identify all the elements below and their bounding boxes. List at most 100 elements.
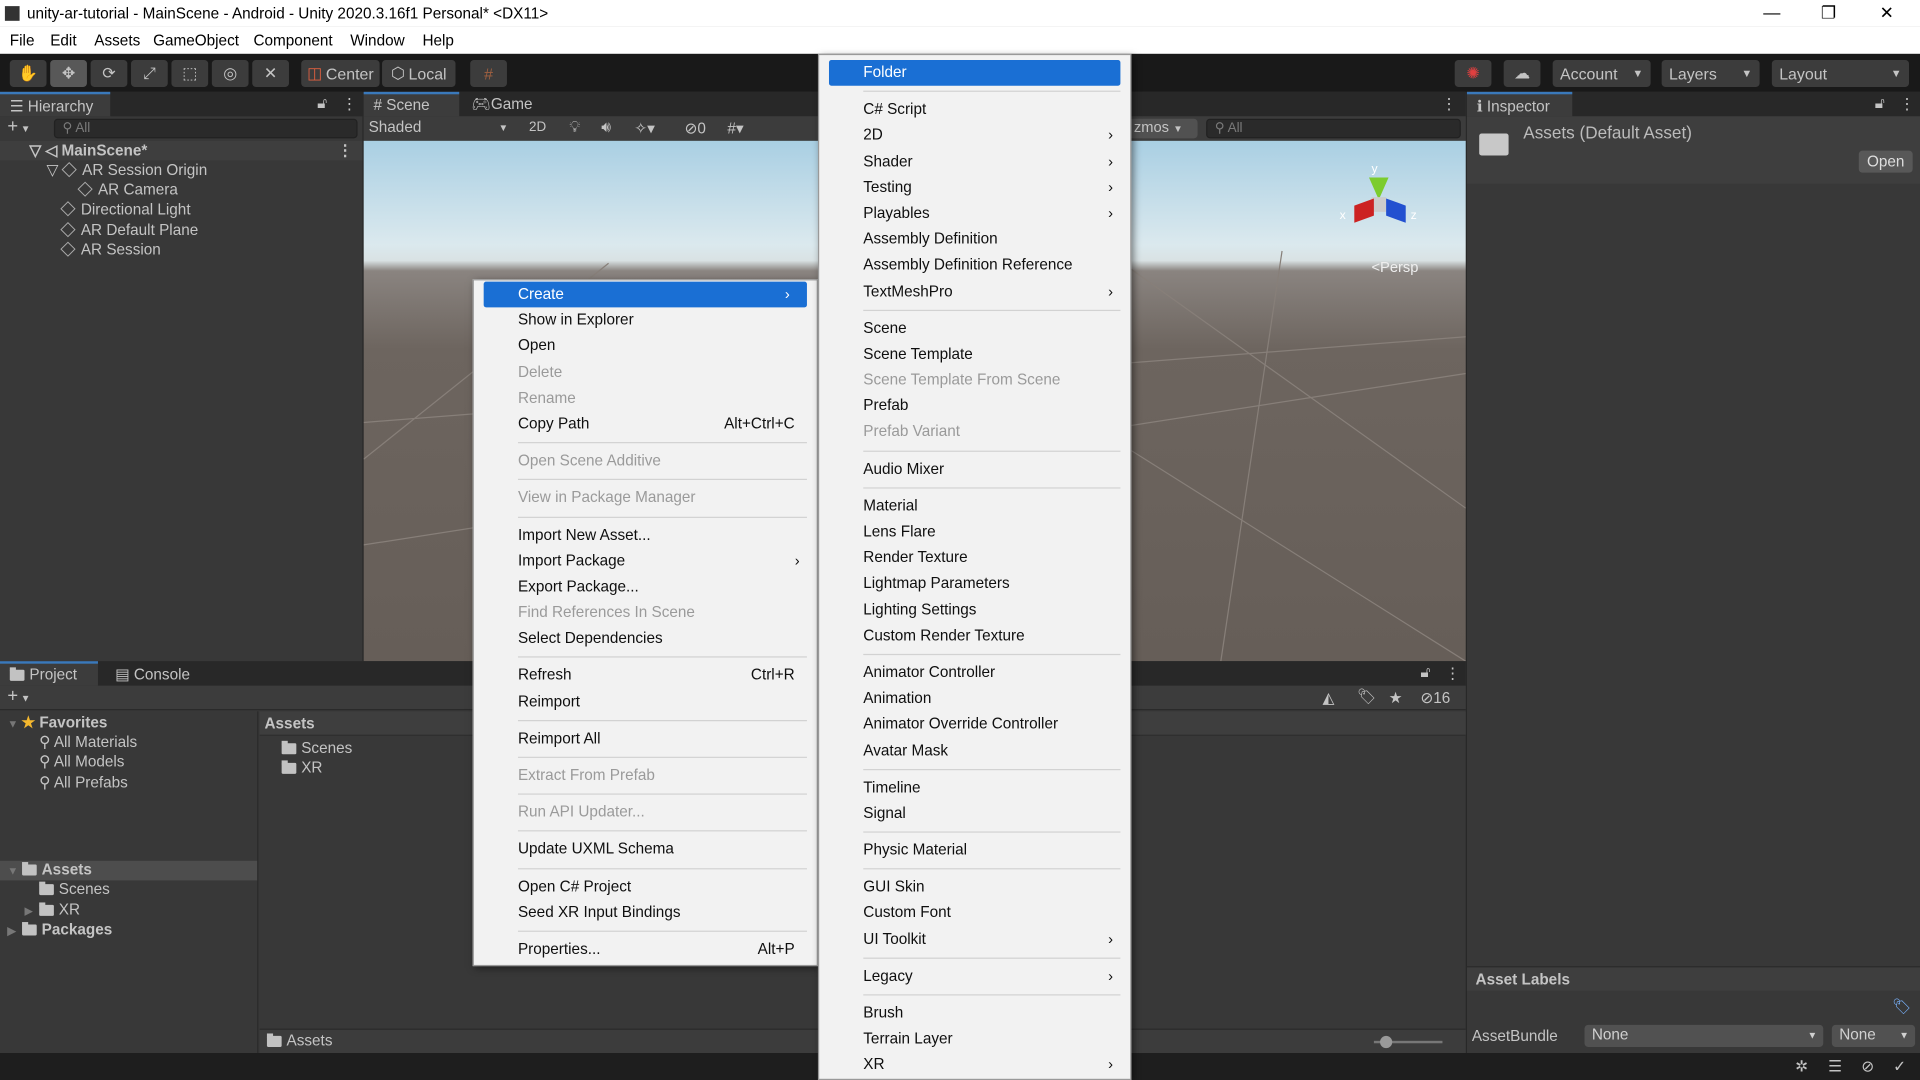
tab-hierarchy[interactable]: ☰ Hierarchy: [0, 91, 111, 117]
search-by-type-icon[interactable]: ◭: [1322, 688, 1334, 706]
more-options-icon[interactable]: ⋮: [1899, 94, 1914, 113]
menu-edit[interactable]: Edit: [50, 32, 76, 49]
menu-item-reimport[interactable]: Reimport: [474, 689, 817, 715]
menu-component[interactable]: Component: [253, 32, 332, 49]
tree-item-favorites[interactable]: ▼ ★ Favorites: [0, 713, 257, 733]
menu-item-avatar-mask[interactable]: Avatar Mask: [819, 738, 1130, 764]
menu-item-open-c-project[interactable]: Open C# Project: [474, 874, 817, 900]
menu-item-refresh[interactable]: Refresh Ctrl+R: [474, 663, 817, 689]
tab-inspector[interactable]: ℹ Inspector: [1466, 91, 1573, 117]
menu-item-seed-xr-input-bindings[interactable]: Seed XR Input Bindings: [474, 900, 817, 926]
menu-item-custom-render-texture[interactable]: Custom Render Texture: [819, 623, 1130, 649]
pivot-center-toggle[interactable]: ◫ Center: [301, 60, 380, 87]
menu-item-create[interactable]: Create ›: [483, 281, 807, 308]
asset-labels-header[interactable]: Asset Labels: [1466, 966, 1920, 991]
add-button[interactable]: + ▼: [7, 116, 30, 137]
menu-item-brush[interactable]: Brush: [819, 1000, 1130, 1026]
layers-dropdown[interactable]: Layers ▼: [1661, 60, 1760, 87]
menu-item-update-uxml-schema[interactable]: Update UXML Schema: [474, 837, 817, 863]
menu-item-import-package[interactable]: Import Package ›: [474, 548, 817, 574]
move-tool-icon[interactable]: ✥: [50, 60, 87, 87]
shading-mode-dropdown[interactable]: Shaded ▼: [369, 119, 513, 136]
gizmos-dropdown[interactable]: zmos ▼: [1128, 118, 1198, 139]
tab-game[interactable]: 🎮︎Game: [462, 92, 543, 116]
perspective-label[interactable]: <Persp: [1371, 258, 1418, 275]
hierarchy-item-ar-default-plane[interactable]: AR Default Plane: [0, 221, 362, 241]
tab-scene[interactable]: # Scene: [363, 91, 460, 117]
menu-item-terrain-layer[interactable]: Terrain Layer: [819, 1026, 1130, 1052]
status-check-icon[interactable]: ✓: [1893, 1057, 1906, 1075]
menu-item-folder[interactable]: Folder: [828, 60, 1121, 86]
hidden-objects-toggle[interactable]: ⊘0: [684, 119, 705, 137]
pivot-local-toggle[interactable]: ⬡ Local: [382, 60, 456, 87]
menu-item-reimport-all[interactable]: Reimport All: [474, 726, 817, 752]
menu-gameobject[interactable]: GameObject: [153, 32, 239, 49]
favorite-star-icon[interactable]: ★: [1389, 688, 1403, 706]
rect-tool-icon[interactable]: ⬚: [171, 60, 209, 87]
expand-arrow-icon[interactable]: ▽: [29, 142, 45, 159]
menu-item-copy-path[interactable]: Copy Path Alt+Ctrl+C: [474, 411, 817, 437]
hierarchy-item-ar-session[interactable]: AR Session: [0, 241, 362, 261]
layout-dropdown[interactable]: Layout ▼: [1771, 60, 1909, 87]
menu-item-custom-font[interactable]: Custom Font: [819, 901, 1130, 927]
menu-item-legacy[interactable]: Legacy ›: [819, 963, 1130, 989]
effects-toggle-icon[interactable]: ✧▾: [634, 119, 655, 137]
axis-x-cone[interactable]: [1354, 198, 1374, 223]
menu-item-material[interactable]: Material: [819, 493, 1130, 519]
scale-tool-icon[interactable]: ⤢: [131, 60, 168, 87]
hierarchy-search-input[interactable]: ⚲ All: [53, 118, 358, 139]
expand-arrow-icon[interactable]: ▽: [47, 162, 63, 179]
menu-item-2d[interactable]: 2D ›: [819, 123, 1130, 149]
tab-console[interactable]: ▤ Console: [105, 661, 199, 685]
menu-item-lens-flare[interactable]: Lens Flare: [819, 519, 1130, 545]
menu-item-open[interactable]: Open: [474, 334, 817, 360]
menu-file[interactable]: File: [10, 32, 35, 49]
custom-tool-icon[interactable]: ✕: [252, 60, 289, 87]
lighting-toggle-icon[interactable]: 💡︎: [569, 119, 580, 137]
more-options-icon[interactable]: ⋮: [342, 94, 357, 113]
axis-z-cone[interactable]: [1386, 198, 1406, 223]
menu-item-animator-override-controller[interactable]: Animator Override Controller: [819, 712, 1130, 738]
favorite-item-all-models[interactable]: ⚲ All Models: [0, 752, 257, 772]
hierarchy-item-ar-session-origin[interactable]: ▽ AR Session Origin: [0, 161, 362, 181]
audio-toggle-icon[interactable]: 🔊︎: [601, 119, 611, 137]
menu-item-xr[interactable]: XR ›: [819, 1052, 1130, 1078]
grid-snap-icon[interactable]: #: [470, 60, 507, 87]
menu-item-animator-controller[interactable]: Animator Controller: [819, 660, 1130, 686]
slider-thumb[interactable]: [1379, 1035, 1392, 1049]
menu-item-render-texture[interactable]: Render Texture: [819, 545, 1130, 571]
menu-item-select-dependencies[interactable]: Select Dependencies: [474, 626, 817, 652]
menu-item-ui-toolkit[interactable]: UI Toolkit ›: [819, 926, 1130, 952]
menu-item-assembly-definition-reference[interactable]: Assembly Definition Reference: [819, 253, 1130, 279]
menu-item-lightmap-parameters[interactable]: Lightmap Parameters: [819, 571, 1130, 597]
expand-arrow-icon[interactable]: ▼: [7, 864, 22, 876]
menu-help[interactable]: Help: [422, 32, 453, 49]
hierarchy-item-mainscene[interactable]: ▽ ◁ MainScene* ⋮: [0, 140, 363, 161]
restore-button[interactable]: ❐: [1821, 2, 1836, 23]
rotate-tool-icon[interactable]: ⟳: [90, 60, 128, 87]
menu-item-c-script[interactable]: C# Script: [819, 97, 1130, 123]
scene-search-input[interactable]: ⚲ All: [1206, 118, 1461, 139]
open-button[interactable]: Open: [1858, 150, 1913, 173]
lock-icon[interactable]: 🔓︎: [1875, 94, 1885, 112]
menu-window[interactable]: Window: [350, 32, 404, 49]
more-options-icon[interactable]: ⋮: [337, 141, 352, 159]
2d-toggle[interactable]: 2D: [529, 120, 546, 135]
collab-icon[interactable]: ✺: [1454, 60, 1492, 87]
tab-project[interactable]: Project: [0, 661, 98, 686]
menu-item-properties[interactable]: Properties... Alt+P: [474, 937, 817, 963]
debug-icon[interactable]: ✲: [1795, 1057, 1808, 1075]
menu-item-gui-skin[interactable]: GUI Skin: [819, 875, 1130, 901]
hidden-packages-toggle[interactable]: ⊘16: [1420, 688, 1450, 706]
menu-item-audio-mixer[interactable]: Audio Mixer: [819, 456, 1130, 482]
account-dropdown[interactable]: Account ▼: [1552, 60, 1651, 87]
hierarchy-item-ar-camera[interactable]: AR Camera: [0, 181, 362, 201]
tree-item-scenes[interactable]: Scenes: [0, 881, 257, 901]
menu-item-textmeshpro[interactable]: TextMeshPro ›: [819, 279, 1130, 305]
menu-item-export-package[interactable]: Export Package...: [474, 574, 817, 600]
tree-item-packages[interactable]: ▶ Packages: [0, 921, 257, 941]
menu-item-timeline[interactable]: Timeline: [819, 775, 1130, 801]
more-options-icon[interactable]: ⋮: [1445, 664, 1460, 682]
icon-size-slider[interactable]: [1373, 1035, 1443, 1049]
menu-item-import-new-asset[interactable]: Import New Asset...: [474, 522, 817, 548]
